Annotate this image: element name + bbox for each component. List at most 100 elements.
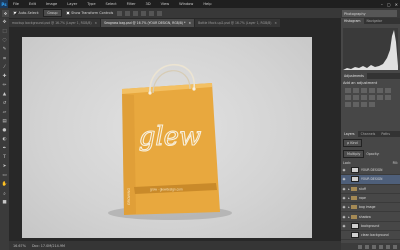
menu-type[interactable]: Type — [82, 2, 100, 6]
dodge-tool-icon[interactable]: ◐ — [0, 135, 9, 144]
levels-icon[interactable] — [353, 88, 359, 93]
align-middle-icon[interactable] — [125, 10, 131, 16]
align-right-icon[interactable] — [157, 10, 163, 16]
exposure-icon[interactable] — [369, 88, 375, 93]
workspace-switcher[interactable]: Photography — [342, 10, 397, 17]
layer-row[interactable]: clean background — [341, 231, 400, 241]
tab-navigator[interactable]: Navigator — [364, 18, 386, 24]
gradient-tool-icon[interactable]: ▤ — [0, 117, 9, 126]
auto-select-dropdown[interactable]: Group — [43, 9, 62, 17]
selective-color-icon[interactable] — [369, 102, 375, 107]
document-tab-active[interactable]: Seagrass bag.psd @ 16.7% (YOUR DESIGN, R… — [101, 19, 195, 27]
hand-tool-icon[interactable]: ✋ — [0, 180, 9, 189]
minimize-button[interactable]: – — [381, 2, 383, 7]
layer-row[interactable]: ◉ YOUR DESIGN — [341, 175, 400, 185]
add-mask-icon[interactable] — [372, 244, 376, 249]
tab-channels[interactable]: Channels — [358, 131, 379, 137]
close-icon[interactable]: × — [274, 21, 277, 25]
tab-adjustments[interactable]: Adjustments — [341, 73, 367, 79]
photo-filter-icon[interactable] — [361, 95, 367, 100]
eyedropper-tool-icon[interactable]: ⁄ — [0, 63, 9, 72]
menu-window[interactable]: Window — [174, 2, 198, 6]
color-lookup-icon[interactable] — [377, 95, 383, 100]
black-white-icon[interactable] — [353, 95, 359, 100]
move-tool-icon[interactable]: ✥ — [2, 9, 9, 17]
eye-icon[interactable]: ◉ — [341, 177, 347, 181]
layer-row[interactable]: ◉ ▸ stuff — [341, 185, 400, 194]
shape-tool-icon[interactable]: ▭ — [0, 171, 9, 180]
new-group-icon[interactable] — [379, 244, 383, 249]
threshold-icon[interactable] — [353, 102, 359, 107]
move-tool-icon[interactable]: ✥ — [0, 18, 9, 27]
marquee-tool-icon[interactable]: ⬚ — [0, 27, 9, 36]
align-center-icon[interactable] — [149, 10, 155, 16]
auto-select-label: Auto-Select: — [18, 11, 40, 15]
close-icon[interactable]: × — [95, 21, 98, 25]
close-icon[interactable]: × — [189, 21, 192, 25]
layer-row[interactable]: ◉ ▸ rope — [341, 194, 400, 204]
zoom-tool-icon[interactable]: ⌕ — [0, 189, 9, 198]
menu-filter[interactable]: Filter — [122, 2, 141, 6]
layer-kind-filter[interactable]: ρ Kind — [343, 138, 362, 147]
zoom-readout[interactable]: 16.67% — [13, 244, 26, 248]
canvas-area[interactable]: glew GROWING grow · glewdesign.com — [9, 27, 341, 241]
menu-view[interactable]: View — [156, 2, 175, 6]
lasso-tool-icon[interactable]: ◌ — [0, 36, 9, 45]
document-tab[interactable]: mockup background.psd @ 16.7% (Layer 1, … — [9, 19, 101, 27]
tab-layers[interactable]: Layers — [341, 131, 358, 137]
invert-icon[interactable] — [385, 95, 391, 100]
link-layers-icon[interactable] — [358, 244, 362, 249]
new-layer-icon[interactable] — [386, 244, 390, 249]
menu-3d[interactable]: 3D — [141, 2, 156, 6]
channel-mixer-icon[interactable] — [369, 95, 375, 100]
align-left-icon[interactable] — [141, 10, 147, 16]
path-select-tool-icon[interactable]: ➤ — [0, 162, 9, 171]
menu-file[interactable]: File — [8, 2, 24, 6]
align-icons — [117, 10, 163, 16]
gradient-map-icon[interactable] — [361, 102, 367, 107]
menu-help[interactable]: Help — [198, 2, 216, 6]
layer-name: YOUR DESIGN — [361, 168, 383, 173]
tab-paths[interactable]: Paths — [378, 131, 393, 137]
tab-histogram[interactable]: Histogram — [341, 18, 364, 24]
history-brush-tool-icon[interactable]: ↺ — [0, 99, 9, 108]
menu-select[interactable]: Select — [101, 2, 122, 6]
layer-row[interactable]: ◉ ▸ bag image — [341, 203, 400, 213]
menu-edit[interactable]: Edit — [24, 2, 41, 6]
color-swatches-icon[interactable]: ■ — [0, 198, 9, 207]
menu-layer[interactable]: Layer — [62, 2, 82, 6]
hue-saturation-icon[interactable] — [385, 88, 391, 93]
type-tool-icon[interactable]: T — [0, 153, 9, 162]
pen-tool-icon[interactable]: ✒ — [0, 144, 9, 153]
layer-row[interactable]: ◉ background — [341, 222, 400, 232]
layer-style-icon[interactable] — [365, 244, 369, 249]
align-bottom-icon[interactable] — [133, 10, 139, 16]
trash-icon[interactable] — [393, 244, 397, 249]
close-window-button[interactable]: ✕ — [395, 2, 398, 7]
show-transform-checkbox[interactable]: Show Transform Controls — [65, 11, 113, 15]
curves-icon[interactable] — [361, 88, 367, 93]
document-canvas[interactable]: glew GROWING grow · glewdesign.com — [22, 37, 312, 238]
color-balance-icon[interactable] — [345, 95, 351, 100]
menu-image[interactable]: Image — [41, 2, 62, 6]
brush-tool-icon[interactable]: ✏ — [0, 81, 9, 90]
brightness-icon[interactable] — [345, 88, 351, 93]
align-top-icon[interactable] — [117, 10, 123, 16]
stamp-tool-icon[interactable]: ▲ — [0, 90, 9, 99]
eye-icon[interactable]: ◉ — [341, 168, 347, 172]
eye-icon[interactable]: ◉ — [341, 224, 347, 228]
document-tab[interactable]: Bottle Mock-up2.psd @ 16.7% (Layer 1, RG… — [195, 19, 281, 27]
vibrance-icon[interactable] — [377, 88, 383, 93]
blend-mode-select[interactable]: Multiply — [343, 149, 365, 158]
layer-row[interactable]: ◉ YOUR DESIGN — [341, 166, 400, 176]
crop-tool-icon[interactable]: ⌗ — [0, 54, 9, 63]
quick-select-tool-icon[interactable]: ✎ — [0, 45, 9, 54]
maximize-button[interactable]: ▢ — [387, 2, 391, 7]
eraser-tool-icon[interactable]: ▱ — [0, 108, 9, 117]
healing-tool-icon[interactable]: ✚ — [0, 72, 9, 81]
layer-name: shadow — [359, 214, 371, 219]
posterize-icon[interactable] — [345, 102, 351, 107]
layer-row[interactable]: ◉ ▸ shadow — [341, 212, 400, 222]
auto-select-checkbox[interactable]: Auto-Select: — [13, 11, 39, 15]
blur-tool-icon[interactable]: ● — [0, 126, 9, 135]
